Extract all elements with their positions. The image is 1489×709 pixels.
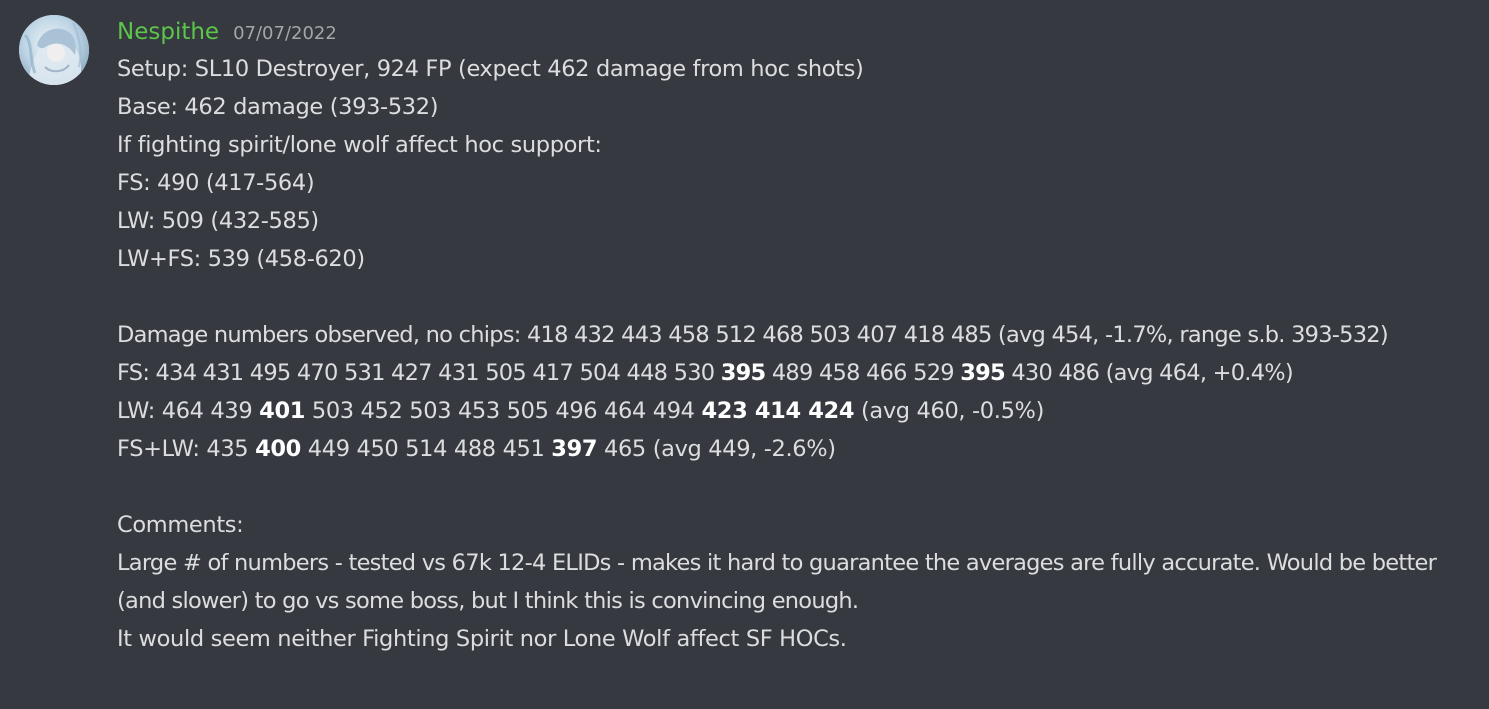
fs-observed-text: 430 486 (avg 464, +0.4%)	[1004, 360, 1293, 386]
lw-observed-bold: 423 414 424	[701, 398, 855, 424]
fslw-observed-bold: 400	[255, 436, 301, 462]
base-line: Base: 462 damage (393-532)	[117, 94, 439, 120]
comment-line-2: It would seem neither Fighting Spirit no…	[117, 626, 847, 652]
message-header: Nespithe 07/07/2022	[117, 14, 1477, 50]
lw-observed-bold: 401	[259, 398, 306, 424]
setup-line: Setup: SL10 Destroyer, 924 FP (expect 46…	[117, 56, 864, 82]
username[interactable]: Nespithe	[117, 14, 219, 50]
lw-expected-line: LW: 509 (432-585)	[117, 208, 319, 234]
lwfs-expected-line: LW+FS: 539 (458-620)	[117, 246, 365, 272]
lw-observed-text: 503 452 503 453 505 496 464 494	[305, 398, 702, 424]
fslw-observed-text: 449 450 514 488 451	[300, 436, 552, 462]
lw-observed-line: LW: 464 439 401 503 452 503 453 505 496 …	[117, 392, 1477, 430]
message-body: Setup: SL10 Destroyer, 924 FP (expect 46…	[117, 50, 1477, 658]
fs-observed-line: FS: 434 431 495 470 531 427 431 505 417 …	[117, 354, 1477, 392]
observed-line: Damage numbers observed, no chips: 418 4…	[117, 322, 1389, 348]
fs-observed-bold: 395	[960, 360, 1005, 386]
timestamp[interactable]: 07/07/2022	[233, 16, 337, 52]
if-line: If fighting spirit/lone wolf affect hoc …	[117, 132, 602, 158]
comments-label: Comments:	[117, 512, 244, 538]
fslw-observed-text: 465 (avg 449, -2.6%)	[597, 436, 836, 462]
fs-observed-text: 489 458 466 529	[765, 360, 961, 386]
chat-message: Nespithe 07/07/2022 Setup: SL10 Destroye…	[0, 0, 1489, 709]
fs-observed-bold: 395	[720, 360, 766, 386]
comment-line-1: Large # of numbers - tested vs 67k 12-4 …	[117, 550, 1443, 614]
fs-expected-line: FS: 490 (417-564)	[117, 170, 315, 196]
fslw-observed-bold: 397	[551, 436, 598, 462]
fslw-observed-line: FS+LW: 435 400 449 450 514 488 451 397 4…	[117, 430, 1477, 468]
fslw-observed-text: FS+LW: 435	[117, 436, 256, 462]
avatar-image-icon	[19, 15, 89, 85]
lw-observed-text: LW: 464 439	[117, 398, 260, 424]
fs-observed-text: FS: 434 431 495 470 531 427 431 505 417 …	[117, 360, 721, 386]
lw-observed-text: (avg 460, -0.5%)	[854, 398, 1044, 424]
message-content: Nespithe 07/07/2022 Setup: SL10 Destroye…	[117, 14, 1477, 658]
user-avatar[interactable]	[19, 15, 89, 85]
